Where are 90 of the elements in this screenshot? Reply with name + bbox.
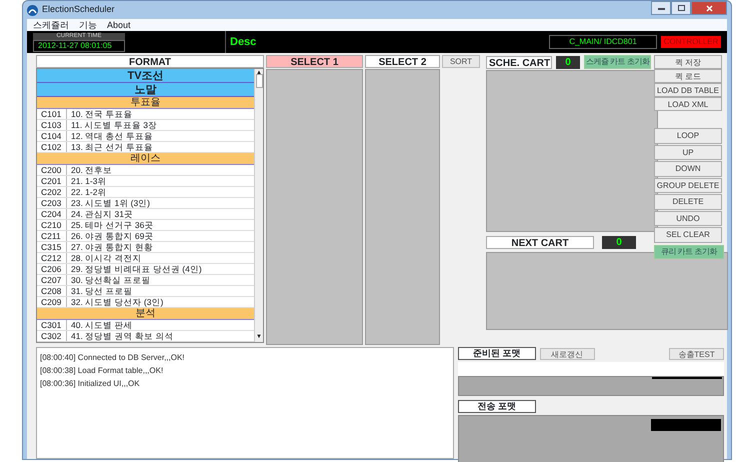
log-line: [08:00:36] Initialized UI,,,OK bbox=[40, 378, 141, 390]
reset-queue-button[interactable]: 큐리 카트 초기화 bbox=[654, 244, 724, 258]
format-code[interactable]: C302 bbox=[37, 331, 67, 341]
side-button[interactable]: UP bbox=[654, 144, 722, 160]
format-name[interactable]: 22. 1-2위 bbox=[67, 187, 106, 197]
sche-cart-title: SCHE. CART bbox=[486, 56, 552, 68]
next-cart-count: 0 bbox=[602, 236, 636, 249]
side-button[interactable]: UNDO bbox=[654, 210, 722, 226]
side-button[interactable]: LOAD XML bbox=[654, 97, 722, 111]
log-line: [08:00:38] Load Format table,,,OK! bbox=[40, 365, 164, 377]
reset-cart-button[interactable]: 스케쥴 카트 초기화 bbox=[584, 55, 652, 69]
format-code[interactable]: C315 bbox=[37, 242, 67, 252]
format-name[interactable]: 21. 1-3위 bbox=[67, 176, 106, 186]
format-code[interactable]: C104 bbox=[37, 131, 67, 141]
format-code[interactable]: C101 bbox=[37, 109, 67, 119]
format-name[interactable]: 32. 시도별 당선자 (3인) bbox=[67, 297, 164, 307]
format-header: FORMAT bbox=[36, 55, 264, 68]
side-button[interactable]: GROUP DELETE bbox=[654, 178, 722, 193]
send-format-title: 전송 포맷 bbox=[458, 400, 536, 413]
format-name[interactable]: 25. 테마 선거구 36곳 bbox=[67, 220, 154, 230]
format-code[interactable]: C102 bbox=[37, 142, 67, 152]
format-name[interactable]: 24. 관심지 31곳 bbox=[67, 209, 133, 219]
format-code[interactable]: C212 bbox=[37, 253, 67, 263]
format-name[interactable]: 27. 야권 통합지 현황 bbox=[67, 242, 153, 252]
log-line: [08:00:40] Connected to DB Server,,,OK! bbox=[40, 352, 186, 364]
main-id-text: C_MAIN/ IDCD801 bbox=[549, 35, 657, 49]
description-text: Desc bbox=[225, 31, 545, 53]
ready-format-title: 준비된 포맷 bbox=[458, 347, 536, 360]
format-name[interactable]: 41. 정당별 권역 확보 의석 bbox=[67, 331, 174, 341]
channel-row[interactable]: TV조선 bbox=[37, 69, 254, 83]
section-header: 레이스 bbox=[37, 153, 254, 165]
side-button[interactable]: DELETE bbox=[654, 194, 722, 210]
format-name[interactable]: 20. 전후보 bbox=[67, 165, 112, 175]
format-code[interactable]: C206 bbox=[37, 264, 67, 274]
test-button[interactable]: 송출TEST bbox=[669, 348, 724, 360]
refresh-button[interactable]: 새로갱신 bbox=[540, 348, 595, 360]
format-code[interactable]: C203 bbox=[37, 198, 67, 208]
format-code[interactable]: C210 bbox=[37, 220, 67, 230]
section-header: 분석 bbox=[37, 308, 254, 320]
side-button[interactable]: SEL CLEAR bbox=[654, 227, 722, 242]
sort-button[interactable]: SORT bbox=[442, 55, 480, 68]
format-code[interactable]: C301 bbox=[37, 320, 67, 330]
current-time: 2012-11-27 08:01:05 bbox=[33, 40, 125, 52]
side-button[interactable]: DOWN bbox=[654, 161, 722, 176]
maximize-button[interactable] bbox=[671, 1, 691, 15]
format-code[interactable]: C209 bbox=[37, 297, 67, 307]
channel-row[interactable]: 노말 bbox=[37, 83, 254, 97]
format-name[interactable]: 10. 전국 투표율 bbox=[67, 109, 133, 119]
scroll-thumb[interactable] bbox=[256, 74, 262, 88]
app-logo-icon bbox=[27, 4, 38, 16]
ready-format-field[interactable] bbox=[458, 362, 724, 376]
format-name[interactable]: 31. 당선 프로필 bbox=[67, 286, 133, 296]
format-name[interactable]: 29. 정당별 비례대표 당선권 (4인) bbox=[67, 264, 202, 274]
format-code[interactable]: C201 bbox=[37, 176, 67, 186]
format-name[interactable]: 12. 역대 총선 투표율 bbox=[67, 131, 153, 141]
format-code[interactable]: C208 bbox=[37, 286, 67, 296]
status-indicator bbox=[651, 419, 721, 431]
minimize-button[interactable] bbox=[651, 1, 671, 15]
format-code[interactable]: C211 bbox=[37, 231, 67, 241]
menu-item[interactable]: About bbox=[107, 19, 131, 31]
progress-line bbox=[652, 377, 722, 379]
format-code[interactable]: C204 bbox=[37, 209, 67, 219]
maximize-icon bbox=[678, 5, 684, 11]
next-cart-title: NEXT CART bbox=[486, 236, 594, 249]
close-icon bbox=[706, 4, 712, 12]
format-code[interactable]: C103 bbox=[37, 120, 67, 130]
format-name[interactable]: 30. 당선확실 프로필 bbox=[67, 275, 151, 285]
select-2-header: SELECT 2 bbox=[365, 55, 440, 68]
format-name[interactable]: 26. 야권 통합지 69곳 bbox=[67, 231, 154, 241]
side-button[interactable]: 퀵 저장 bbox=[654, 55, 722, 69]
side-button[interactable]: LOOP bbox=[654, 128, 722, 144]
minimize-icon bbox=[658, 6, 664, 10]
close-button[interactable] bbox=[691, 1, 727, 15]
format-name[interactable]: 40. 시도별 판세 bbox=[67, 320, 133, 330]
sche-cart-count: 0 bbox=[556, 56, 580, 68]
section-header: 투표율 bbox=[37, 97, 254, 109]
format-name[interactable]: 23. 시도별 1위 (3인) bbox=[67, 198, 150, 208]
format-name[interactable]: 11. 시도별 투표율 3장 bbox=[67, 120, 157, 130]
controller-label: CONTROLLER bbox=[661, 36, 721, 48]
side-button[interactable]: LOAD DB TABLE bbox=[654, 83, 722, 97]
window-title: ElectionScheduler bbox=[42, 3, 115, 16]
select-1-header: SELECT 1 bbox=[266, 55, 363, 68]
format-name[interactable]: 28. 이시각 격전지 bbox=[67, 253, 142, 263]
menu-item[interactable]: 스케쥴러 bbox=[33, 19, 69, 31]
menu-item[interactable]: 기능 bbox=[79, 19, 97, 31]
side-button[interactable]: 퀵 로드 bbox=[654, 69, 722, 83]
format-name[interactable]: 13. 최근 선거 투표율 bbox=[67, 142, 153, 152]
format-code[interactable]: C202 bbox=[37, 187, 67, 197]
format-code[interactable]: C207 bbox=[37, 275, 67, 285]
format-code[interactable]: C200 bbox=[37, 165, 67, 175]
